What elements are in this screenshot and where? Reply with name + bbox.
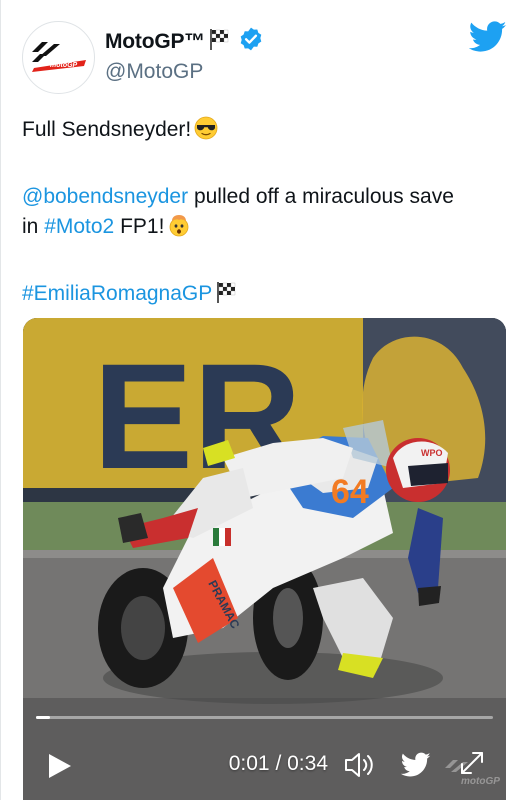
video-player[interactable]: ER 64 PRAMAC WPO 0:01 / 0:34 motoGP (23, 318, 506, 800)
time-separator: / (269, 752, 288, 775)
tweet-line-3: in #Moto2 FP1! (22, 212, 502, 246)
checkered-flag-icon (208, 27, 232, 57)
twitter-button[interactable] (400, 752, 431, 780)
video-time: 0:01 / 0:34 (229, 752, 328, 776)
tweet-text: Full Sendsneyder! @bobendsneyder pulled … (22, 115, 502, 313)
current-time: 0:01 (228, 752, 270, 775)
tweet-line-1-text: Full Sendsneyder! (22, 118, 192, 141)
user-handle[interactable]: @MotoGP (105, 60, 203, 84)
mention-link[interactable]: @bobendsneyder (22, 185, 188, 208)
twitter-bird-icon[interactable] (468, 21, 507, 58)
hashtag-moto2-link[interactable]: #Moto2 (44, 215, 114, 238)
checkered-flag-emoji-icon (215, 280, 239, 313)
sunglasses-emoji-icon (194, 116, 218, 149)
motogp-logo-icon: motoGP (31, 41, 86, 72)
display-name[interactable]: MotoGP™ (105, 26, 264, 58)
tweet-line-3-text: FP1! (114, 215, 165, 238)
progress-bar[interactable] (36, 716, 493, 719)
volume-icon (345, 753, 373, 777)
avatar-logo-text: motoGP (50, 62, 78, 69)
verified-badge-icon (238, 26, 264, 58)
display-name-text: MotoGP™ (105, 30, 206, 53)
tweet-line-3-prefix: in (22, 215, 45, 238)
helmet-text: WPO (421, 448, 443, 458)
expand-button[interactable] (457, 748, 487, 778)
expand-icon (461, 752, 483, 774)
avatar[interactable]: motoGP (22, 21, 95, 94)
play-button[interactable] (47, 752, 73, 780)
progress-fill (36, 716, 50, 719)
hashtag-event-link[interactable]: #EmiliaRomagnaGP (22, 282, 212, 305)
video-frame: ER 64 PRAMAC WPO (23, 318, 506, 800)
tweet-line-2: @bobendsneyder pulled off a miraculous s… (22, 182, 502, 212)
tweet-gap (22, 149, 502, 182)
tweet-gap (22, 246, 502, 279)
twitter-bird-icon (400, 752, 431, 777)
play-icon (49, 754, 71, 778)
volume-button[interactable] (343, 750, 377, 780)
duration: 0:34 (287, 752, 328, 775)
tweet-line-1: Full Sendsneyder! (22, 115, 502, 149)
tweet-line-2-text: pulled off a miraculous save (188, 185, 454, 208)
exploding-head-emoji-icon (167, 213, 191, 246)
tweet-line-4: #EmiliaRomagnaGP (22, 279, 502, 313)
tweet-card: motoGP MotoGP™ @MotoGP Full Sendsneyder!… (0, 0, 523, 800)
